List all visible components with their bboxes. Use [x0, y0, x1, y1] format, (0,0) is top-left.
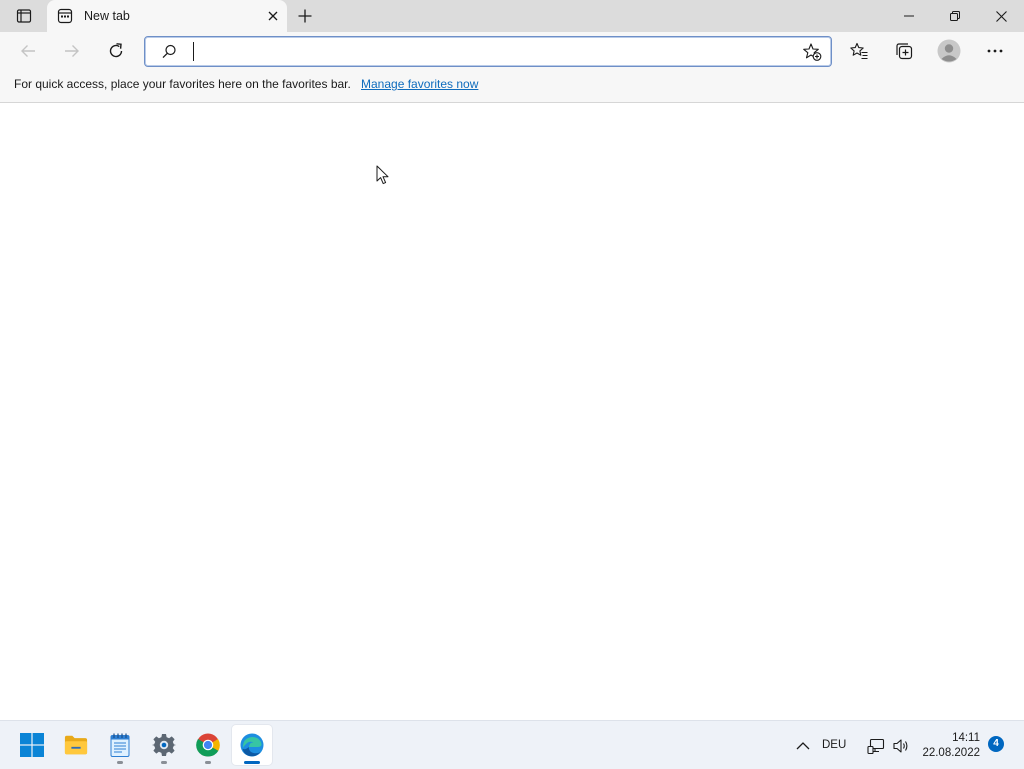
- search-icon: [161, 43, 178, 60]
- active-indicator: [244, 761, 260, 764]
- back-button[interactable]: [12, 35, 44, 67]
- manage-favorites-link[interactable]: Manage favorites now: [361, 70, 478, 98]
- tab-actions-icon[interactable]: [6, 4, 42, 28]
- page-content[interactable]: [0, 103, 1024, 720]
- taskbar-settings[interactable]: [144, 725, 184, 765]
- taskbar-edge[interactable]: [232, 725, 272, 765]
- notepad-icon: [108, 733, 132, 757]
- favorites-list-icon[interactable]: [843, 35, 875, 67]
- address-bar[interactable]: [144, 36, 832, 67]
- profile-avatar-icon[interactable]: [933, 35, 965, 67]
- forward-button[interactable]: [56, 35, 88, 67]
- new-tab-page-icon: [57, 8, 73, 24]
- favorites-bar-message: For quick access, place your favorites h…: [14, 77, 351, 91]
- favorites-bar: For quick access, place your favorites h…: [0, 70, 1024, 103]
- gear-icon: [152, 733, 176, 757]
- new-tab-plus-icon[interactable]: [292, 4, 318, 28]
- close-tab-icon[interactable]: [265, 8, 281, 24]
- close-window-button[interactable]: [978, 0, 1024, 32]
- edge-icon: [240, 733, 264, 757]
- minimize-button[interactable]: [886, 0, 932, 32]
- browser-toolbar: [0, 32, 1024, 70]
- title-bar: New tab: [0, 0, 1024, 32]
- running-indicator: [205, 761, 211, 764]
- taskbar-file-explorer[interactable]: [56, 725, 96, 765]
- more-dots-icon[interactable]: [979, 35, 1011, 67]
- reload-button[interactable]: [100, 35, 132, 67]
- show-hidden-icons-chevron-icon[interactable]: [790, 735, 816, 757]
- star-add-icon[interactable]: [801, 41, 823, 63]
- text-caret: [193, 42, 194, 61]
- restore-button[interactable]: [932, 0, 978, 32]
- taskbar: DEU 14:11 22.08.2022: [0, 720, 1024, 769]
- taskbar-notepad[interactable]: [100, 725, 140, 765]
- tab-title: New tab: [84, 9, 130, 23]
- clock-date[interactable]: 22.08.2022: [918, 746, 980, 760]
- running-indicator: [161, 761, 167, 764]
- running-indicator: [117, 761, 123, 764]
- network-icon[interactable]: [865, 735, 887, 757]
- folder-icon: [64, 733, 88, 757]
- volume-icon[interactable]: [890, 735, 912, 757]
- collections-icon[interactable]: [888, 35, 920, 67]
- start-button[interactable]: [12, 725, 52, 765]
- address-input[interactable]: [191, 40, 791, 62]
- notification-count-badge[interactable]: 4: [988, 736, 1004, 752]
- input-language-indicator[interactable]: DEU: [822, 721, 846, 769]
- windows-logo-icon: [20, 733, 44, 757]
- mouse-cursor-icon: [376, 165, 390, 185]
- clock-time[interactable]: 14:11: [924, 731, 980, 745]
- tab-new-tab[interactable]: New tab: [47, 0, 287, 32]
- taskbar-chrome[interactable]: [188, 725, 228, 765]
- chrome-icon: [196, 733, 220, 757]
